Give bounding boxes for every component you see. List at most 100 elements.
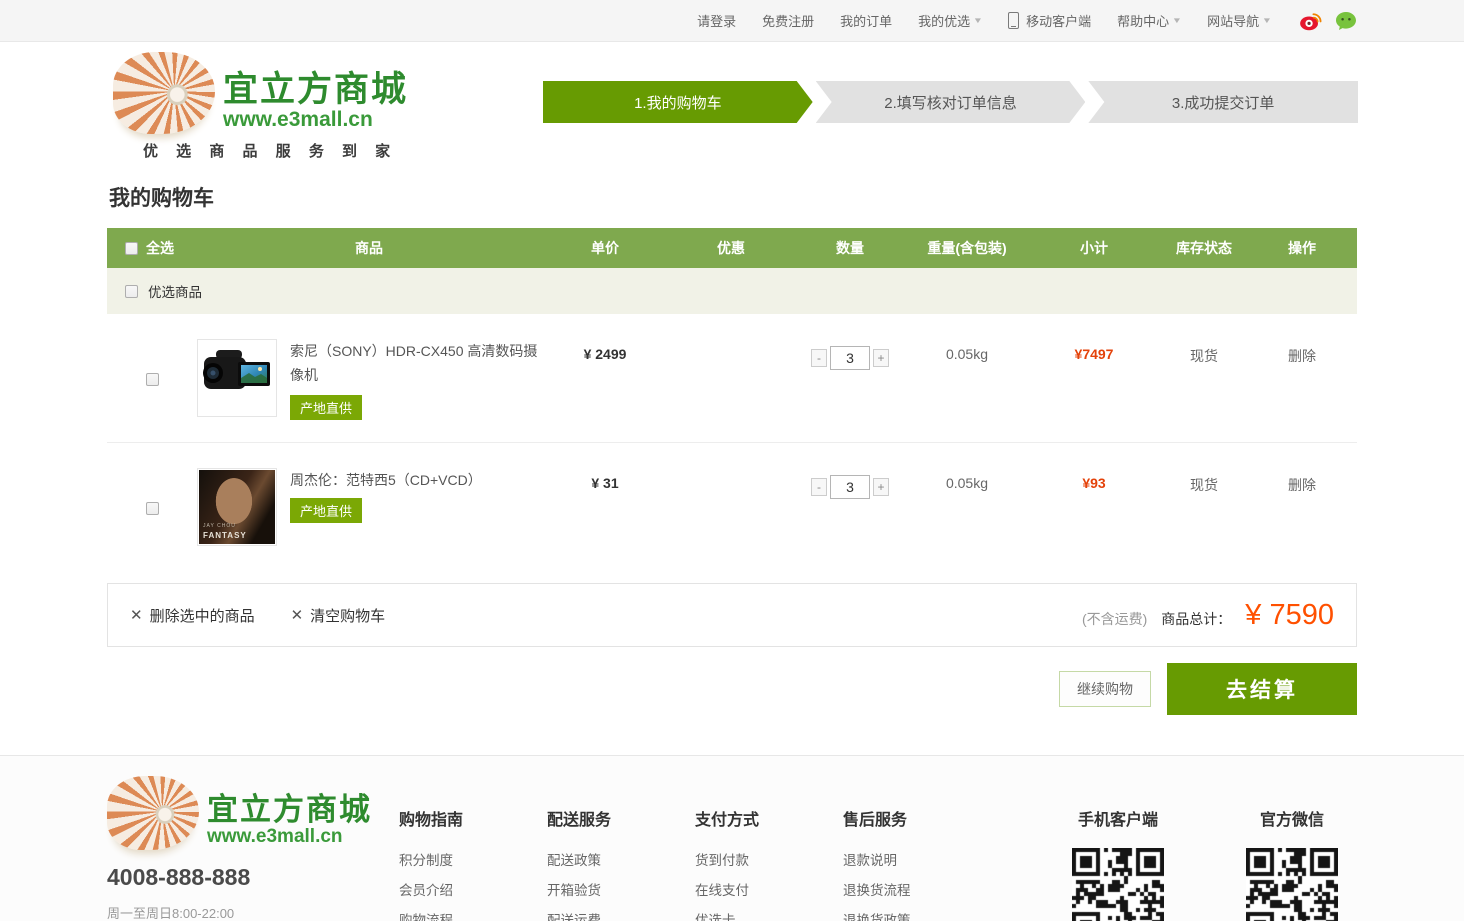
chevron-down-icon: ▼ [1262,16,1272,25]
qr-code-mobile-app [1072,848,1164,921]
origin-direct-badge: 产地直供 [290,395,362,420]
footer-link[interactable]: 购物流程 [399,906,547,921]
footer-link[interactable]: 优选卡 [695,906,843,921]
col-header-unit-price: 单价 [541,228,669,268]
stock-status: 现货 [1161,468,1247,548]
x-icon: ✕ [130,606,143,624]
topbar-menu-site-nav[interactable]: 网站导航 ▼ [1207,11,1271,30]
unit-price: ¥ 2499 [541,339,669,420]
topbar-link-mobile-client[interactable]: 移动客户端 [1008,11,1091,30]
footer-logo[interactable]: 宜立方商城 www.e3mall.cn [107,776,399,850]
discount-cell [669,468,793,548]
promo-group-row: 优选商品 [107,268,1357,314]
service-phone-number: 4008-888-888 [107,864,399,891]
origin-direct-badge: 产地直供 [290,498,362,523]
service-hours: 周一至周日8:00-22:00 [107,903,399,921]
footer-link[interactable]: 配送运费 [547,906,695,921]
page-title: 我的购物车 [109,182,1357,212]
delete-item-link[interactable]: 删除 [1247,339,1357,420]
official-wechat-qr-block: 官方微信 [1227,806,1357,921]
col-header-discount: 优惠 [669,228,793,268]
cart-table-header: 全选 商品 单价 优惠 数量 重量(含包装) 小计 库存状态 操作 [107,228,1357,268]
col-header-subtotal: 小计 [1027,228,1161,268]
quantity-increase-button[interactable]: + [873,349,889,367]
quantity-stepper: - + [811,475,889,499]
chevron-down-icon: ▼ [1172,16,1182,25]
smartphone-icon [1008,12,1019,29]
footer-link[interactable]: 退款说明 [843,846,991,876]
site-logo[interactable]: 宜立方商城 www.e3mall.cn [113,52,408,134]
product-title-link[interactable]: 索尼（SONY）HDR-CX450 高清数码摄像机 [290,339,541,387]
discount-cell [669,339,793,420]
total-value: ¥ 7590 [1245,599,1334,632]
weibo-icon[interactable] [1299,9,1322,32]
nautilus-shell-logo-image [107,776,199,850]
checkout-button[interactable]: 去结算 [1167,663,1357,715]
topbar-link-register[interactable]: 免费注册 [762,11,814,30]
footer-link[interactable]: 在线支付 [695,876,843,906]
item-subtotal: ¥93 [1027,468,1161,548]
footer-link[interactable]: 会员介绍 [399,876,547,906]
footer-column-payment: 支付方式 货到付款 在线支付 优选卡 发票制度 [695,776,843,921]
x-icon: ✕ [291,606,304,624]
footer-column-after-sales: 售后服务 退款说明 退换货流程 退换货政策 隐私条款 [843,776,991,921]
total-label: 商品总计： [1161,609,1231,629]
promo-group-checkbox[interactable] [125,285,138,298]
topbar-menu-my-picks[interactable]: 我的优选 ▼ [918,11,982,30]
step-order-submitted: 3.成功提交订单 [1088,81,1358,123]
mobile-app-qr-block: 手机客户端 [1053,806,1183,921]
product-title-link[interactable]: 周杰伦：范特西5（CD+VCD） [290,468,482,492]
chevron-down-icon: ▼ [973,16,983,25]
delete-item-link[interactable]: 删除 [1247,468,1357,548]
topbar-menu-help-center[interactable]: 帮助中心 ▼ [1117,11,1181,30]
checkout-steps: 1.我的购物车 2.填写核对订单信息 3.成功提交订单 [543,81,1358,123]
footer-link[interactable]: 积分制度 [399,846,547,876]
wechat-icon[interactable] [1334,9,1358,33]
quantity-decrease-button[interactable]: - [811,478,827,496]
footer-link[interactable]: 退换货流程 [843,876,991,906]
quantity-input[interactable] [830,475,870,499]
footer-column-delivery: 配送服务 配送政策 开箱验货 配送运费 配送范围 [547,776,695,921]
item-weight: 0.05kg [907,468,1027,548]
step-confirm-order: 2.填写核对订单信息 [816,81,1086,123]
cart-item-row: 索尼（SONY）HDR-CX450 高清数码摄像机 产地直供 ¥ 2499 - … [107,314,1357,443]
product-image-album[interactable]: JAY CHOU FANTASY [197,468,277,546]
logo-title: 宜立方商城 [223,72,408,107]
topbar: 请登录 免费注册 我的订单 我的优选 ▼ 移动客户端 帮助中心 ▼ 网站导航 ▼ [0,0,1464,42]
col-header-stock-status: 库存状态 [1161,228,1247,268]
logo-url: www.e3mall.cn [223,109,408,130]
freight-note: (不含运费) [1082,609,1147,629]
step-my-cart: 1.我的购物车 [543,81,813,123]
col-header-product: 商品 [197,228,541,268]
footer-link[interactable]: 配送政策 [547,846,695,876]
footer: 宜立方商城 www.e3mall.cn 4008-888-888 周一至周日8:… [0,755,1464,921]
stock-status: 现货 [1161,339,1247,420]
unit-price: ¥ 31 [541,468,669,548]
footer-link[interactable]: 退换货政策 [843,906,991,921]
footer-column-shopping-guide: 购物指南 积分制度 会员介绍 购物流程 常用问题 [399,776,547,921]
product-image-camcorder[interactable] [197,339,277,417]
quantity-decrease-button[interactable]: - [811,349,827,367]
col-header-action: 操作 [1247,228,1357,268]
clear-cart-link[interactable]: ✕ 清空购物车 [291,605,386,626]
nautilus-shell-logo-image [113,52,215,134]
continue-shopping-button[interactable]: 继续购物 [1059,671,1151,707]
col-header-weight: 重量(含包装) [907,228,1027,268]
item-weight: 0.05kg [907,339,1027,420]
quantity-input[interactable] [830,346,870,370]
topbar-link-my-orders[interactable]: 我的订单 [840,11,892,30]
footer-link[interactable]: 开箱验货 [547,876,695,906]
footer-link[interactable]: 货到付款 [695,846,843,876]
cart-item-row: JAY CHOU FANTASY 周杰伦：范特西5（CD+VCD） 产地直供 ¥… [107,443,1357,570]
item-checkbox[interactable] [146,502,159,515]
cart-summary-bar: ✕ 删除选中的商品 ✕ 清空购物车 (不含运费) 商品总计： ¥ 7590 [107,583,1357,647]
qr-code-wechat [1246,848,1338,921]
logo-tagline: 优 选 商 品 服 务 到 家 [143,140,397,161]
quantity-stepper: - + [811,346,889,370]
item-checkbox[interactable] [146,373,159,386]
topbar-link-login[interactable]: 请登录 [697,11,736,30]
select-all-checkbox[interactable] [125,242,138,255]
quantity-increase-button[interactable]: + [873,478,889,496]
site-header: 宜立方商城 www.e3mall.cn 优 选 商 品 服 务 到 家 1.我的… [0,42,1464,170]
delete-selected-link[interactable]: ✕ 删除选中的商品 [130,605,255,626]
